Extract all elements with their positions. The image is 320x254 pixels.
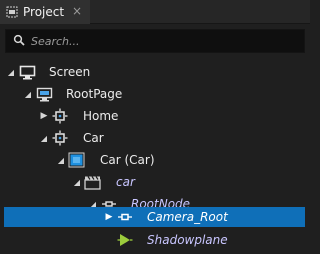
- tree-item-car-scene[interactable]: ◢ car: [0, 171, 310, 193]
- tree-item-label: car: [116, 175, 135, 189]
- search-input[interactable]: [31, 34, 291, 48]
- tree-item-car[interactable]: ◢ Car: [0, 127, 310, 149]
- mesh-icon: [116, 232, 133, 248]
- search-icon: [13, 34, 25, 49]
- model-icon: [68, 152, 85, 168]
- search-box: [5, 29, 305, 53]
- tree-item-home[interactable]: ▶ Home: [0, 105, 310, 127]
- expanded-arrow-icon[interactable]: ◢: [6, 61, 16, 83]
- tree-item-label: RootPage: [66, 87, 123, 101]
- tree-item-label: Car (Car): [100, 153, 155, 167]
- tree-item-label: Car: [83, 131, 104, 145]
- project-panel-icon: [6, 6, 18, 18]
- node-icon: [116, 209, 133, 225]
- expanded-arrow-icon[interactable]: ◢: [23, 83, 33, 105]
- expanded-arrow-icon[interactable]: ◢: [72, 171, 82, 193]
- tree-item-label: Home: [83, 109, 119, 123]
- collapsed-arrow-icon[interactable]: ▶: [104, 207, 114, 227]
- clapper-icon: [84, 174, 101, 190]
- tree-item-camera-root[interactable]: ▶ Camera_Root: [4, 207, 305, 227]
- expanded-arrow-icon[interactable]: ◢: [39, 127, 49, 149]
- expanded-arrow-icon[interactable]: ◢: [56, 149, 66, 171]
- tree-item-label: Screen: [49, 65, 91, 79]
- tree-item-shadowplane[interactable]: Shadowplane: [0, 229, 310, 251]
- page-icon: [36, 86, 53, 102]
- node-icon: [51, 108, 68, 124]
- collapsed-arrow-icon[interactable]: ▶: [39, 105, 49, 127]
- tree-item-screen[interactable]: ◢ Screen: [0, 61, 310, 83]
- tree-item-label: Camera_Root: [147, 210, 228, 224]
- tab-bar: Project ×: [0, 0, 310, 24]
- node-icon: [51, 130, 68, 146]
- monitor-icon: [19, 64, 36, 80]
- close-icon[interactable]: ×: [72, 4, 82, 18]
- tree-item-rootpage[interactable]: ◢ RootPage: [0, 83, 310, 105]
- tab-project[interactable]: Project ×: [0, 0, 90, 24]
- tree-item-label: Shadowplane: [147, 233, 228, 247]
- tab-title: Project: [23, 5, 65, 19]
- tree-item-car-model[interactable]: ◢ Car (Car): [0, 149, 310, 171]
